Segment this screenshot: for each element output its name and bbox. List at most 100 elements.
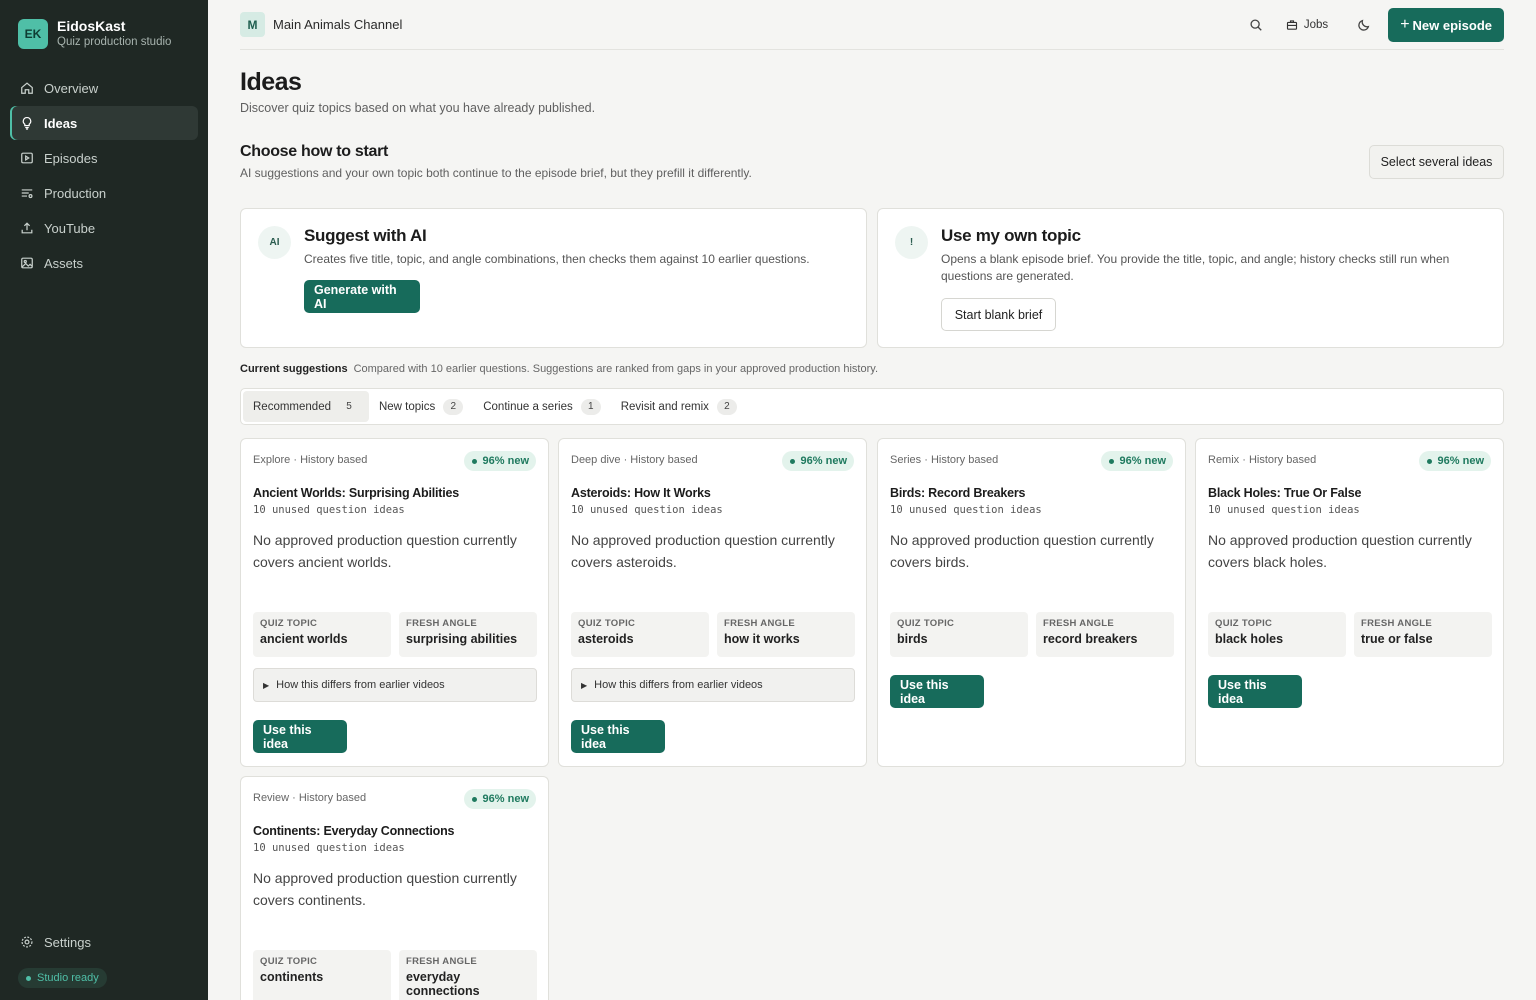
idea-description: No approved production question currentl… xyxy=(253,870,517,908)
novelty-badge: 96% new xyxy=(1100,451,1173,471)
unused-question-count: 10 unused question ideas xyxy=(890,504,1042,516)
episodes-icon xyxy=(20,151,34,165)
quiz-topic-chip: QUIZ TOPIC asteroids xyxy=(571,612,709,657)
chip-label: QUIZ TOPIC xyxy=(260,956,318,967)
sidebar-nav: Overview Ideas Episodes Production YouTu… xyxy=(10,71,198,281)
idea-title: Black Holes: True Or False xyxy=(1208,486,1362,500)
dot-icon xyxy=(471,796,477,802)
sidebar-settings: Settings xyxy=(10,925,198,960)
triangle-right-icon: ▶ xyxy=(581,680,588,690)
dot-icon xyxy=(1108,458,1114,464)
triangle-right-icon: ▶ xyxy=(263,680,270,690)
sidebar-item-episodes[interactable]: Episodes xyxy=(10,141,198,175)
own-topic-card-description: Opens a blank episode brief. You provide… xyxy=(941,252,1450,283)
novelty-score: 96% new xyxy=(1437,455,1484,467)
idea-card: Series · History based 96% new Birds: Re… xyxy=(877,438,1186,767)
exclamation-badge-icon: ! xyxy=(895,226,928,259)
sidebar-item-label: Episodes xyxy=(44,150,98,166)
idea-meta: Series · History based xyxy=(890,454,999,466)
page-title: Ideas xyxy=(240,68,302,96)
differences-disclosure[interactable]: ▶ How this differs from earlier videos xyxy=(253,668,537,702)
upload-icon xyxy=(20,221,34,235)
brand[interactable]: EK EidosKast Quiz production studio xyxy=(18,18,171,50)
chip-value: everyday connections xyxy=(406,970,480,998)
use-this-idea-button[interactable]: Use this idea xyxy=(1208,675,1302,708)
use-this-idea-button[interactable]: Use this idea xyxy=(890,675,984,708)
channel-switcher[interactable]: M Main Animals Channel xyxy=(240,12,402,37)
chip-label: QUIZ TOPIC xyxy=(1215,618,1273,629)
sliders-icon xyxy=(20,186,34,200)
chip-label: FRESH ANGLE xyxy=(406,956,478,967)
tab-count-badge: 2 xyxy=(443,398,464,415)
quiz-topic-chip: QUIZ TOPIC black holes xyxy=(1208,612,1346,657)
chip-label: FRESH ANGLE xyxy=(406,618,478,629)
brand-subtitle: Quiz production studio xyxy=(57,36,172,48)
idea-card: Review · History based 96% new Continent… xyxy=(240,776,549,1000)
novelty-score: 96% new xyxy=(800,455,847,467)
moon-icon xyxy=(1358,19,1370,31)
chip-value: asteroids xyxy=(578,632,634,646)
sidebar-item-label: Ideas xyxy=(44,115,78,131)
sidebar-item-label: Settings xyxy=(44,934,91,950)
sidebar-item-settings[interactable]: Settings xyxy=(10,925,198,959)
suggest-with-ai-card: AI Suggest with AI Creates five title, t… xyxy=(240,208,867,348)
idea-title: Continents: Everyday Connections xyxy=(253,824,455,838)
sidebar-item-label: YouTube xyxy=(44,220,96,236)
differences-label: How this differs from earlier videos xyxy=(276,679,445,691)
jobs-button[interactable]: Jobs xyxy=(1286,19,1328,31)
briefcase-icon xyxy=(1286,20,1297,30)
use-own-topic-card: ! Use my own topic Opens a blank episode… xyxy=(877,208,1504,348)
use-this-idea-button[interactable]: Use this idea xyxy=(571,720,665,753)
chip-label: QUIZ TOPIC xyxy=(897,618,955,629)
new-episode-button[interactable]: + New episode xyxy=(1388,8,1504,42)
search-button[interactable] xyxy=(1242,11,1270,39)
idea-title: Ancient Worlds: Surprising Abilities xyxy=(253,486,460,500)
tab-count-badge: 1 xyxy=(580,398,601,415)
differences-disclosure[interactable]: ▶ How this differs from earlier videos xyxy=(571,668,855,702)
gear-icon xyxy=(20,935,34,949)
current-suggestions-heading: Current suggestions Compared with 10 earl… xyxy=(240,363,878,375)
novelty-score: 96% new xyxy=(1119,455,1166,467)
dot-icon xyxy=(1426,458,1432,464)
sidebar-item-label: Overview xyxy=(44,80,99,96)
tab-revisit-remix[interactable]: Revisit and remix 2 xyxy=(611,391,747,422)
tab-label: Revisit and remix xyxy=(620,400,709,413)
chip-label: QUIZ TOPIC xyxy=(578,618,636,629)
start-section-subtitle: AI suggestions and your own topic both c… xyxy=(240,166,752,180)
brand-name: EidosKast xyxy=(57,18,126,34)
sidebar-item-assets[interactable]: Assets xyxy=(10,246,198,280)
current-suggestions-note: Compared with 10 earlier questions. Sugg… xyxy=(353,363,878,375)
sidebar: EK EidosKast Quiz production studio Over… xyxy=(0,0,208,1000)
chip-value: continents xyxy=(260,970,324,984)
start-blank-brief-button[interactable]: Start blank brief xyxy=(941,298,1056,331)
current-suggestions-label: Current suggestions xyxy=(240,363,348,375)
chip-label: FRESH ANGLE xyxy=(724,618,796,629)
use-this-idea-button[interactable]: Use this idea xyxy=(253,720,347,753)
novelty-badge: 96% new xyxy=(463,451,536,471)
status-dot-icon xyxy=(26,975,31,981)
sidebar-item-youtube[interactable]: YouTube xyxy=(10,211,198,245)
sidebar-item-production[interactable]: Production xyxy=(10,176,198,210)
page-subtitle: Discover quiz topics based on what you h… xyxy=(240,101,596,115)
search-icon xyxy=(1250,19,1262,31)
sidebar-item-overview[interactable]: Overview xyxy=(10,71,198,105)
idea-card: Explore · History based 96% new Ancient … xyxy=(240,438,549,767)
chip-value: record breakers xyxy=(1043,632,1138,646)
tab-label: Continue a series xyxy=(483,400,573,413)
idea-meta: Review · History based xyxy=(253,792,367,804)
unused-question-count: 10 unused question ideas xyxy=(253,504,405,516)
generate-with-ai-button[interactable]: Generate with AI xyxy=(304,280,420,313)
sidebar-item-label: Assets xyxy=(44,255,84,271)
idea-description: No approved production question currentl… xyxy=(253,532,517,570)
fresh-angle-chip: FRESH ANGLE record breakers xyxy=(1036,612,1174,657)
theme-toggle-button[interactable] xyxy=(1350,11,1378,39)
studio-status-badge: Studio ready xyxy=(18,968,107,988)
select-several-ideas-button[interactable]: Select several ideas xyxy=(1369,145,1504,179)
sidebar-item-label: Production xyxy=(44,185,107,201)
quiz-topic-chip: QUIZ TOPIC ancient worlds xyxy=(253,612,391,657)
tab-continue-series[interactable]: Continue a series 1 xyxy=(473,391,611,422)
tab-new-topics[interactable]: New topics 2 xyxy=(369,391,473,422)
sidebar-item-ideas[interactable]: Ideas xyxy=(10,106,198,140)
tab-recommended[interactable]: Recommended 5 xyxy=(243,391,369,422)
novelty-badge: 96% new xyxy=(1418,451,1491,471)
